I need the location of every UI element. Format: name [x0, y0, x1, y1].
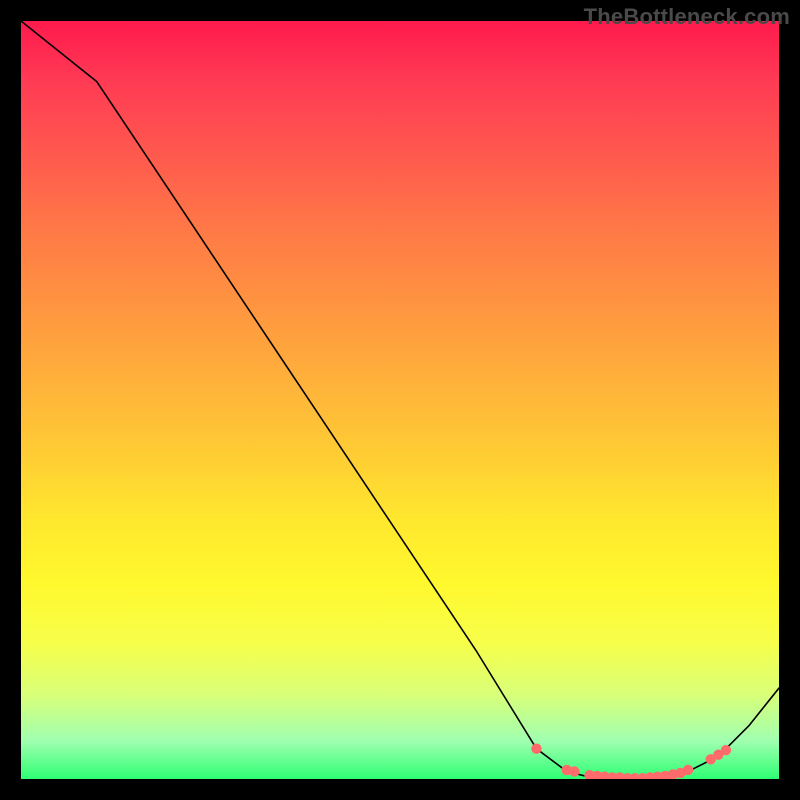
- marker-dot: [569, 766, 579, 776]
- marker-dot: [721, 745, 731, 755]
- marker-dot: [683, 765, 693, 775]
- highlight-markers: [531, 743, 731, 779]
- chart-svg: [21, 21, 779, 779]
- watermark-text: TheBottleneck.com: [584, 4, 790, 30]
- marker-dot: [531, 743, 541, 753]
- bottleneck-curve: [21, 21, 779, 779]
- chart-frame: TheBottleneck.com: [0, 0, 800, 800]
